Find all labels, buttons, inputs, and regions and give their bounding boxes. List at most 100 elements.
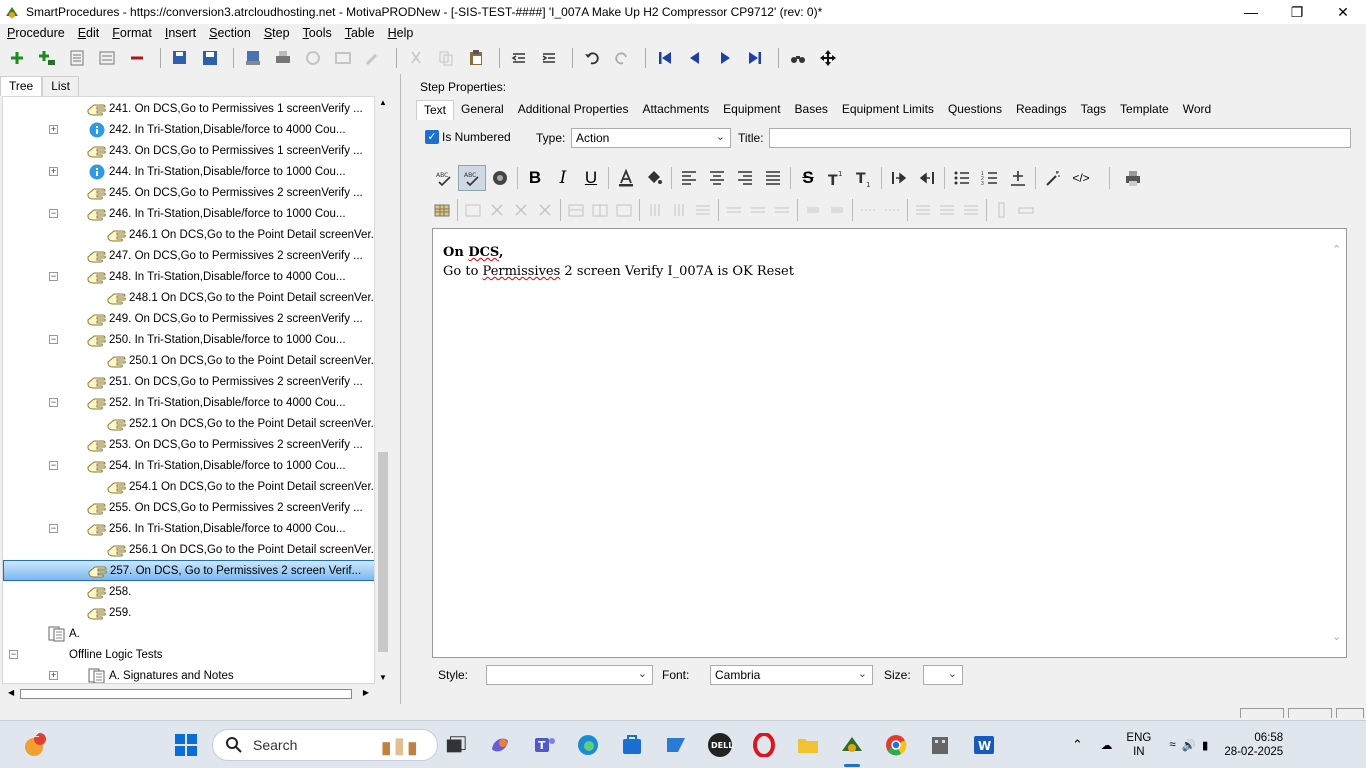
- align-right-button[interactable]: [731, 165, 759, 191]
- tree-row[interactable]: 247. On DCS,Go to Permissives 2 screenVe…: [3, 245, 374, 266]
- is-numbered-checkbox[interactable]: ✓: [425, 130, 439, 144]
- delete-cell-button[interactable]: [485, 197, 509, 223]
- type-select[interactable]: Action ⌄: [571, 128, 731, 148]
- tree-row[interactable]: 241. On DCS,Go to Permissives 1 screenVe…: [3, 98, 374, 119]
- border-style-button[interactable]: [880, 197, 904, 223]
- size-select[interactable]: ⌄: [923, 665, 963, 685]
- tab-text[interactable]: Text: [416, 100, 455, 120]
- cut-button[interactable]: [403, 46, 429, 70]
- menu-insert[interactable]: Insert: [158, 26, 202, 40]
- collapse-icon[interactable]: −: [9, 650, 18, 659]
- menu-help[interactable]: Help: [381, 26, 420, 40]
- bullet-list-button[interactable]: [948, 165, 976, 191]
- print-button[interactable]: [270, 46, 296, 70]
- collapse-icon[interactable]: −: [49, 461, 58, 470]
- cell-bottom-button[interactable]: [825, 197, 849, 223]
- magic-wand-button[interactable]: [1039, 165, 1067, 191]
- clock-time[interactable]: 06:58: [1254, 731, 1283, 745]
- wifi-icon[interactable]: ≈: [1169, 739, 1175, 751]
- tree-row[interactable]: 256.1 On DCS,Go to the Point Detail scre…: [3, 539, 374, 560]
- dell-button[interactable]: DELL: [706, 731, 734, 759]
- tree-row[interactable]: 255. On DCS,Go to Permissives 2 screenVe…: [3, 497, 374, 518]
- editor-scrollbar[interactable]: ⌃ ⌄: [1332, 243, 1344, 643]
- scroll-right-icon[interactable]: ▶: [363, 688, 369, 697]
- collapse-icon[interactable]: −: [49, 272, 58, 281]
- onedrive-icon[interactable]: ☁: [1101, 738, 1113, 752]
- tree-row[interactable]: 248.1 On DCS,Go to the Point Detail scre…: [3, 287, 374, 308]
- undo-button[interactable]: [579, 46, 605, 70]
- scroll-up-icon[interactable]: ▲: [379, 98, 387, 107]
- insert-rows-table-button[interactable]: [691, 197, 715, 223]
- move-button[interactable]: [815, 46, 841, 70]
- menu-edit[interactable]: Edit: [71, 26, 106, 40]
- tab-equipment[interactable]: Equipment: [716, 100, 787, 120]
- title-input[interactable]: [769, 128, 1351, 148]
- cell-format-button[interactable]: [612, 197, 636, 223]
- autospell-button[interactable]: ABC: [458, 165, 486, 191]
- tree-row[interactable]: − Offline Logic Tests: [3, 644, 374, 665]
- add-substep-button[interactable]: [34, 46, 60, 70]
- tree-row[interactable]: A.: [3, 623, 374, 644]
- menu-tools[interactable]: Tools: [296, 26, 338, 40]
- chrome-button[interactable]: [882, 731, 910, 759]
- bold-button[interactable]: B: [521, 165, 549, 191]
- tree-row[interactable]: − 256. In Tri-Station,Disable/force to 40…: [3, 518, 374, 539]
- smartprocedures-button[interactable]: [838, 731, 866, 767]
- menu-procedure[interactable]: Procedure: [0, 26, 71, 40]
- cell-top-button[interactable]: [801, 197, 825, 223]
- delete-col-button[interactable]: [533, 197, 557, 223]
- minimize-button[interactable]: —: [1228, 0, 1274, 24]
- save-button[interactable]: [197, 46, 223, 70]
- tab-tags[interactable]: Tags: [1074, 100, 1113, 120]
- numbered-list-button[interactable]: 123: [976, 165, 1004, 191]
- copy-button[interactable]: [433, 46, 459, 70]
- word-button[interactable]: W: [970, 731, 998, 759]
- chevron-down-icon[interactable]: ⌄: [1332, 630, 1341, 643]
- outdent-button[interactable]: [506, 46, 532, 70]
- tree-row[interactable]: 251. On DCS,Go to Permissives 2 screenVe…: [3, 371, 374, 392]
- paste-button[interactable]: [463, 46, 489, 70]
- merge-cells-button[interactable]: [564, 197, 588, 223]
- expand-icon[interactable]: +: [49, 167, 58, 176]
- border-button[interactable]: [856, 197, 880, 223]
- tree-row[interactable]: 243. On DCS,Go to Permissives 1 screenVe…: [3, 140, 374, 161]
- step-text-editor[interactable]: On DCS, Go to Permissives 2 screen Verif…: [432, 228, 1347, 658]
- menu-format[interactable]: Format: [105, 26, 158, 40]
- row-below-button[interactable]: [746, 197, 770, 223]
- strikethrough-button[interactable]: S: [794, 165, 822, 191]
- split-cells-button[interactable]: [588, 197, 612, 223]
- style-select[interactable]: ⌄: [486, 665, 653, 685]
- tab-tree[interactable]: Tree: [0, 76, 43, 96]
- tab-additional-properties[interactable]: Additional Properties: [511, 100, 636, 120]
- thesaurus-button[interactable]: [486, 165, 514, 191]
- tree-row[interactable]: +242. In Tri-Station,Disable/force to 40…: [3, 119, 374, 140]
- menu-section[interactable]: Section: [202, 26, 257, 40]
- first-step-button[interactable]: [652, 46, 678, 70]
- save-all-button[interactable]: [167, 46, 193, 70]
- tree-row[interactable]: 254.1 On DCS,Go to the Point Detail scre…: [3, 476, 374, 497]
- tree-horizontal-scrollbar[interactable]: ◀ ▶: [2, 686, 375, 702]
- add-step-button[interactable]: [4, 46, 30, 70]
- edge-button[interactable]: [574, 731, 602, 759]
- highlight-button[interactable]: [640, 165, 668, 191]
- battery-icon[interactable]: ▮: [1202, 738, 1208, 752]
- insert-col-left-button[interactable]: [643, 197, 667, 223]
- remote-desktop-button[interactable]: [662, 731, 690, 759]
- tree-vertical-scrollbar[interactable]: ▲ ▼: [376, 96, 390, 684]
- menu-step[interactable]: Step: [257, 26, 296, 40]
- wrench-button[interactable]: [360, 46, 386, 70]
- tab-general[interactable]: General: [454, 100, 511, 120]
- row-above-button[interactable]: [722, 197, 746, 223]
- volume-icon[interactable]: 🔊: [1182, 738, 1196, 752]
- delete-button[interactable]: [124, 46, 150, 70]
- previous-step-button[interactable]: [682, 46, 708, 70]
- chevron-up-icon[interactable]: ⌃: [1072, 737, 1083, 753]
- tree-row[interactable]: 246.1 On DCS,Go to the Point Detail scre…: [3, 224, 374, 245]
- view-button[interactable]: [330, 46, 356, 70]
- copilot-button[interactable]: [486, 731, 514, 759]
- tree-row[interactable]: +244. In Tri-Station,Disable/force to 10…: [3, 161, 374, 182]
- font-select[interactable]: Cambria ⌄: [710, 665, 873, 685]
- file-explorer-button[interactable]: [794, 731, 822, 759]
- tab-template[interactable]: Template: [1113, 100, 1176, 120]
- tree-row[interactable]: 245. On DCS,Go to Permissives 2 screenVe…: [3, 182, 374, 203]
